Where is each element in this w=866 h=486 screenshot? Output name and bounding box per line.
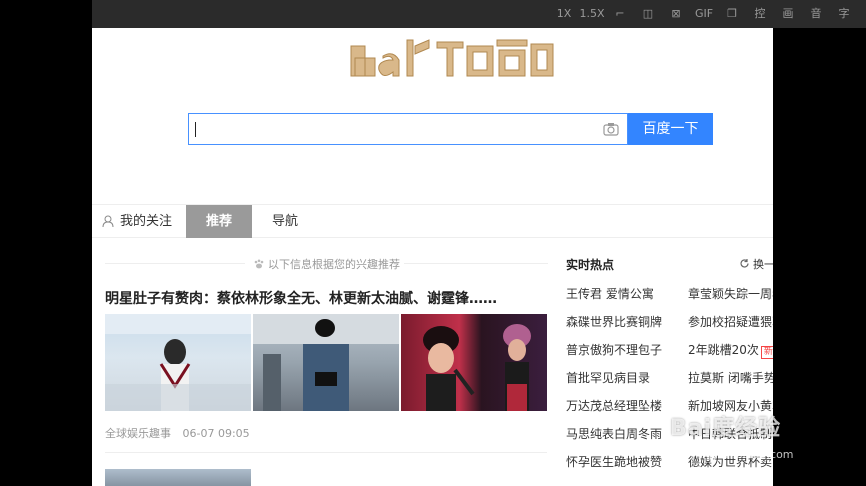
- hot-link[interactable]: 普京傲狗不理包子: [566, 341, 662, 358]
- search-button[interactable]: 百度一下: [628, 113, 713, 145]
- list-item: 森碟世界比赛铜牌 参加校招疑遭猥亵: [566, 313, 773, 341]
- hot-link[interactable]: 王传君 爱情公寓: [566, 285, 654, 302]
- refresh-button[interactable]: 换一: [739, 256, 773, 272]
- divider: [105, 452, 547, 453]
- tab-recommend[interactable]: 推荐: [186, 205, 252, 238]
- hot-link[interactable]: 2年跳槽20次新: [688, 341, 773, 359]
- crop-icon[interactable]: ⌐: [606, 5, 634, 23]
- divider: [105, 263, 245, 264]
- control-button[interactable]: 控: [746, 5, 774, 23]
- next-article-thumbnail[interactable]: [105, 469, 251, 486]
- user-icon: [102, 215, 114, 227]
- tab-navigation[interactable]: 导航: [272, 205, 298, 238]
- photo: [253, 314, 399, 411]
- refresh-label: 换一: [753, 258, 773, 271]
- watermark-logo: Bai度经验: [670, 416, 782, 441]
- list-item: 王传君 爱情公寓 章莹颖失踪一周年: [566, 285, 773, 313]
- hot-link[interactable]: 万达茂总经理坠楼: [566, 397, 662, 414]
- camera-icon[interactable]: [603, 122, 619, 136]
- paw-icon: [254, 259, 264, 269]
- tab-my-follow[interactable]: 我的关注: [102, 205, 172, 238]
- divider: [404, 263, 548, 264]
- thumbnail-image[interactable]: [253, 314, 399, 411]
- zoom-1-5x-button[interactable]: 1.5X: [578, 5, 606, 23]
- thumbnail-image[interactable]: [105, 314, 251, 411]
- photo: [105, 314, 251, 411]
- list-item: 普京傲狗不理包子 2年跳槽20次新: [566, 341, 773, 369]
- list-item: 首批罕见病目录 拉莫斯 闭嘴手势: [566, 369, 773, 397]
- hot-link-text: 2年跳槽20次: [688, 343, 759, 357]
- viewer-toolbar: 1X 1.5X ⌐ ◫ ⊠ GIF ❐ 控 画 音 字: [92, 0, 866, 28]
- recommend-hint: 以下信息根据您的兴趣推荐: [254, 256, 400, 272]
- viewer-toolbar-bg: 1X 1.5X ⌐ ◫ ⊠ GIF ❐ 控 画 音 字: [0, 0, 866, 28]
- article-source[interactable]: 全球娱乐趣事: [105, 427, 171, 440]
- tab-my-follow-label: 我的关注: [120, 214, 173, 229]
- watermark-url: jingyan.baidu.com: [692, 448, 794, 461]
- photo: [423, 324, 531, 411]
- text-caret: [195, 122, 196, 137]
- viewer-margin: [773, 28, 866, 486]
- search-input[interactable]: [188, 113, 628, 145]
- picture-button[interactable]: 画: [774, 5, 802, 23]
- viewer-tools: 1X 1.5X ⌐ ◫ ⊠ GIF ❐ 控 画 音 字: [550, 5, 858, 23]
- fit-icon[interactable]: ⊠: [662, 5, 690, 23]
- article-meta: 全球娱乐趣事 06-07 09:05: [105, 425, 258, 441]
- zoom-1x-button[interactable]: 1X: [550, 5, 578, 23]
- feed-tabs: 我的关注 推荐 导航: [92, 204, 773, 238]
- frame-icon[interactable]: ◫: [634, 5, 662, 23]
- copy-icon[interactable]: ❐: [718, 5, 746, 23]
- hot-link[interactable]: 森碟世界比赛铜牌: [566, 313, 662, 330]
- hot-link[interactable]: 拉莫斯 闭嘴手势: [688, 369, 773, 386]
- refresh-icon: [740, 259, 749, 268]
- audio-button[interactable]: 音: [802, 5, 830, 23]
- subtitle-button[interactable]: 字: [830, 5, 858, 23]
- hot-title: 实时热点: [566, 258, 615, 272]
- new-badge: 新: [760, 346, 773, 359]
- article-title[interactable]: 明星肚子有赘肉：蔡依林形象全无、林更新太油腻、谢霆锋……: [105, 288, 545, 308]
- hot-link[interactable]: 首批罕见病目录: [566, 369, 650, 386]
- thumbnail-image[interactable]: [401, 314, 547, 411]
- hot-link[interactable]: 参加校招疑遭猥亵: [688, 313, 773, 330]
- hot-link[interactable]: 章莹颖失踪一周年: [688, 285, 773, 302]
- gif-button[interactable]: GIF: [690, 5, 718, 23]
- hot-link[interactable]: 马思纯表白周冬雨: [566, 425, 662, 442]
- article-time: 06-07 09:05: [182, 427, 250, 440]
- recommend-hint-text: 以下信息根据您的兴趣推荐: [268, 258, 400, 271]
- baidu-logo[interactable]: [347, 32, 557, 86]
- article-thumbnails[interactable]: [105, 314, 547, 411]
- hot-link[interactable]: 怀孕医生跪地被赞: [566, 453, 662, 470]
